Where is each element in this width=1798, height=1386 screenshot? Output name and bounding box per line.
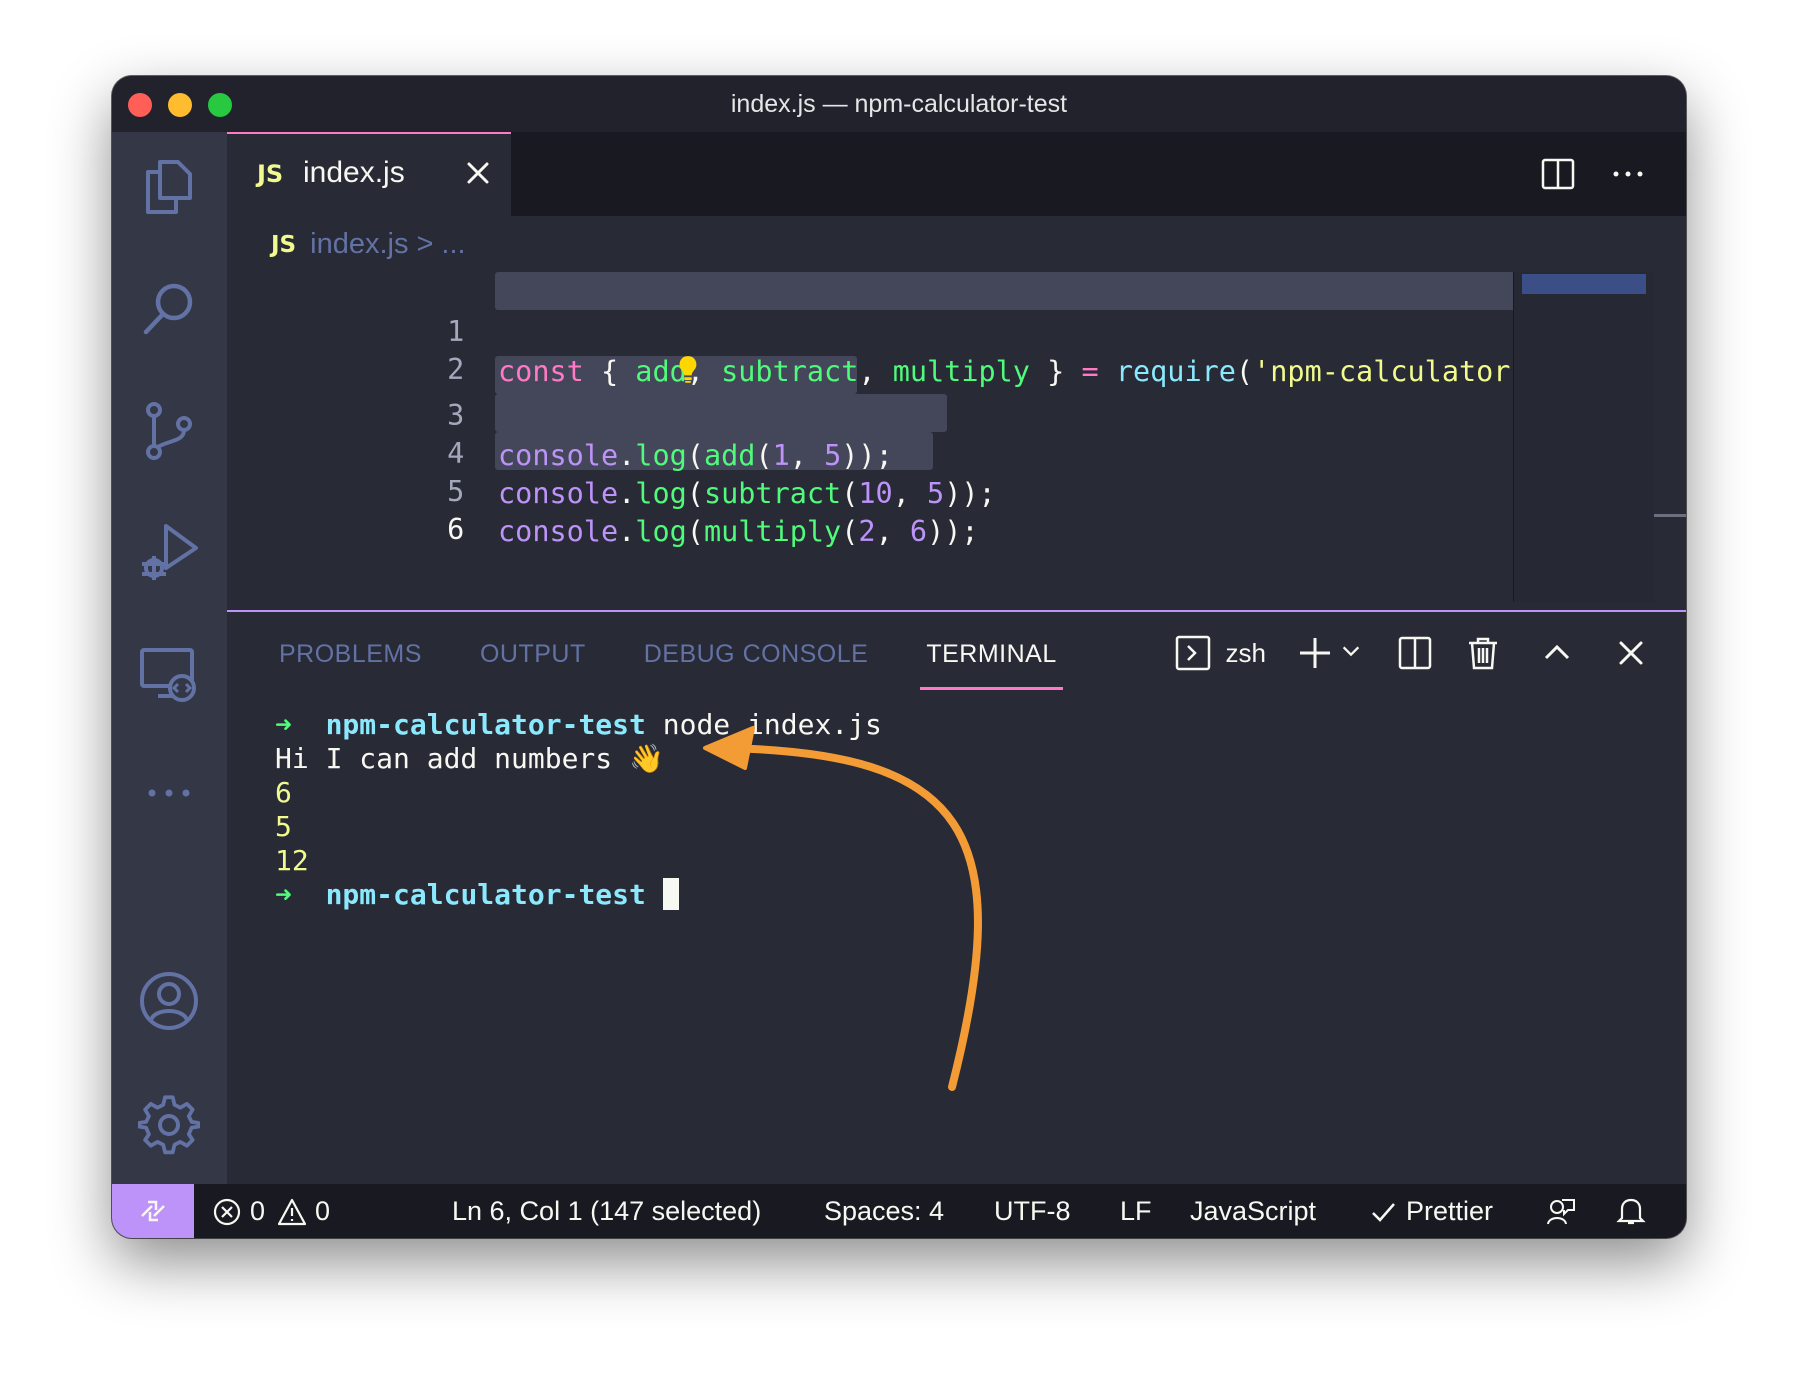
code-line: 1 const { add, subtract, multiply } = re… bbox=[227, 272, 1562, 388]
account-icon[interactable] bbox=[138, 970, 200, 1032]
code-line: 3 console.log(add(1, 5)); bbox=[227, 356, 893, 472]
more-actions-icon[interactable] bbox=[1610, 156, 1646, 192]
more-icon[interactable] bbox=[138, 762, 200, 824]
breadcrumb-more[interactable]: ... bbox=[441, 228, 465, 261]
check-icon bbox=[1372, 1202, 1395, 1222]
run-debug-icon[interactable] bbox=[138, 522, 200, 584]
code-line: 2 bbox=[227, 310, 697, 386]
window-title: index.js — npm-calculator-test bbox=[730, 90, 1068, 118]
bottom-panel: PROBLEMS OUTPUT DEBUG CONSOLE TERMINAL z… bbox=[227, 610, 1686, 1184]
prettier-status[interactable]: Prettier bbox=[1368, 1196, 1493, 1227]
line-number: 5 bbox=[447, 475, 465, 508]
annotation-arrow bbox=[703, 726, 982, 1091]
breadcrumb: JS index.js > ... bbox=[271, 228, 466, 261]
javascript-file-icon: JS bbox=[271, 231, 297, 258]
feedback-icon[interactable] bbox=[1546, 1196, 1576, 1226]
editor-scrollbar[interactable] bbox=[1654, 272, 1686, 602]
activity-bar bbox=[112, 132, 227, 1184]
warning-icon bbox=[277, 1198, 307, 1225]
line-number: 6 bbox=[447, 513, 465, 546]
selection-highlight bbox=[495, 272, 1607, 310]
line-number: 3 bbox=[447, 399, 465, 432]
tab-index-js[interactable]: JS index.js bbox=[227, 132, 511, 216]
close-tab-icon[interactable] bbox=[463, 158, 493, 188]
settings-gear-icon[interactable] bbox=[137, 1094, 201, 1156]
vscode-window: index.js — npm-calculator-test JS index.… bbox=[112, 76, 1686, 1238]
editor-tab-bar: JS index.js bbox=[227, 132, 1686, 216]
line-number: 1 bbox=[447, 315, 465, 348]
breadcrumb-file[interactable]: index.js bbox=[310, 228, 408, 261]
problems-indicator[interactable]: 0 0 bbox=[212, 1196, 330, 1227]
lightbulb-icon[interactable] bbox=[505, 314, 699, 435]
remote-explorer-icon[interactable] bbox=[138, 644, 200, 706]
line-number: 2 bbox=[447, 353, 465, 386]
source-control-icon[interactable] bbox=[138, 400, 200, 462]
cursor-position[interactable]: Ln 6, Col 1 (147 selected) bbox=[452, 1196, 761, 1227]
notifications-bell-icon[interactable] bbox=[1616, 1196, 1646, 1226]
search-icon[interactable] bbox=[138, 278, 200, 340]
warning-count: 0 bbox=[315, 1196, 331, 1226]
minimap-viewport bbox=[1522, 274, 1646, 294]
language-mode[interactable]: JavaScript bbox=[1190, 1196, 1316, 1227]
tab-label: index.js bbox=[303, 156, 405, 189]
code-editor[interactable]: 1 const { add, subtract, multiply } = re… bbox=[227, 272, 1686, 602]
minimap[interactable] bbox=[1513, 272, 1654, 602]
error-count: 0 bbox=[250, 1196, 266, 1226]
error-icon bbox=[213, 1198, 241, 1225]
indentation-setting[interactable]: Spaces: 4 bbox=[824, 1196, 944, 1227]
formatter-label: Prettier bbox=[1406, 1196, 1494, 1226]
chevron-right-icon: > bbox=[416, 228, 434, 260]
editor-group: JS index.js JS index.js > ... 1 const {… bbox=[227, 132, 1686, 610]
files-icon[interactable] bbox=[138, 156, 200, 218]
code-line: 5 console.log(multiply(2, 6)); bbox=[227, 432, 978, 548]
eol-setting[interactable]: LF bbox=[1120, 1196, 1152, 1227]
encoding-setting[interactable]: UTF-8 bbox=[994, 1196, 1071, 1227]
title-bar: index.js — npm-calculator-test bbox=[112, 76, 1686, 132]
remote-indicator-button[interactable] bbox=[112, 1184, 194, 1238]
code-line: 4 console.log(subtract(10, 5)); bbox=[227, 394, 996, 510]
split-editor-icon[interactable] bbox=[1540, 156, 1576, 192]
status-bar: 0 0 Ln 6, Col 1 (147 selected) Spaces: 4… bbox=[112, 1184, 1686, 1238]
remote-icon bbox=[141, 1200, 165, 1222]
scrollbar-marker bbox=[1654, 514, 1686, 517]
code-line: 6 bbox=[227, 470, 464, 546]
line-number: 4 bbox=[447, 437, 465, 470]
javascript-file-icon: JS bbox=[257, 160, 284, 188]
